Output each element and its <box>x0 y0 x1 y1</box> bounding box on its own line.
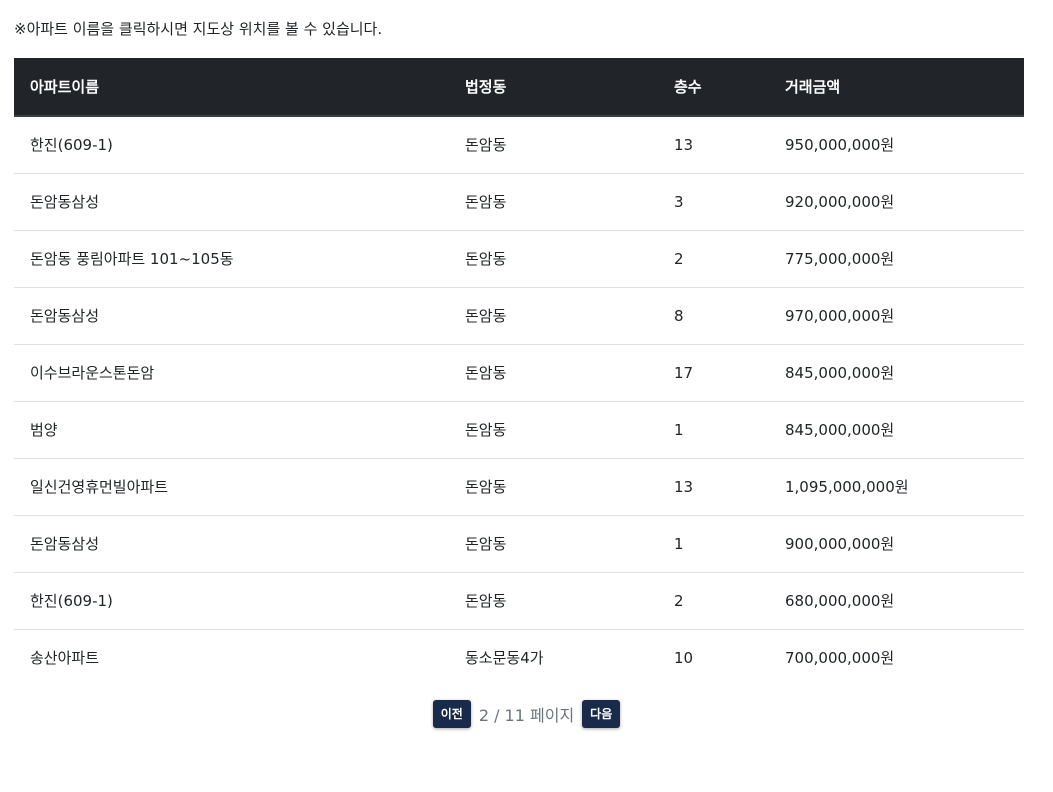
price-cell: 920,000,000원 <box>769 173 1024 231</box>
apartment-name-link[interactable]: 돈암동 풍림아파트 101~105동 <box>14 230 449 288</box>
table-row: 한진(609-1) 돈암동 2 680,000,000원 <box>14 572 1024 630</box>
price-cell: 900,000,000원 <box>769 515 1024 573</box>
table-row: 한진(609-1) 돈암동 13 950,000,000원 <box>14 116 1024 174</box>
table-row: 돈암동삼성 돈암동 1 900,000,000원 <box>14 515 1024 573</box>
floor-cell: 13 <box>658 458 769 516</box>
header-apartment-name: 아파트이름 <box>14 58 449 117</box>
floor-cell: 17 <box>658 344 769 402</box>
legal-dong-cell: 돈암동 <box>449 344 658 402</box>
header-price: 거래금액 <box>769 58 1024 117</box>
legal-dong-cell: 돈암동 <box>449 572 658 630</box>
table-row: 돈암동삼성 돈암동 3 920,000,000원 <box>14 173 1024 231</box>
legal-dong-cell: 돈암동 <box>449 230 658 288</box>
price-cell: 845,000,000원 <box>769 401 1024 459</box>
legal-dong-cell: 돈암동 <box>449 515 658 573</box>
table-row: 송산아파트 동소문동4가 10 700,000,000원 <box>14 629 1024 686</box>
legal-dong-cell: 돈암동 <box>449 173 658 231</box>
floor-cell: 10 <box>674 648 694 667</box>
price-cell: 950,000,000원 <box>769 116 1024 174</box>
price-cell: 845,000,000원 <box>769 344 1024 402</box>
apartment-name-link[interactable]: 한진(609-1) <box>14 572 449 630</box>
legal-dong-cell: 돈암동 <box>449 401 658 459</box>
floor-cell: 3 <box>658 173 769 231</box>
legal-dong-cell: 동소문동4가 <box>465 649 544 668</box>
apartment-name-link[interactable]: 한진(609-1) <box>14 116 449 174</box>
price-cell: 700,000,000원 <box>785 649 895 668</box>
header-legal-dong: 법정동 <box>449 58 658 117</box>
price-cell: 970,000,000원 <box>769 287 1024 345</box>
floor-cell: 2 <box>658 230 769 288</box>
map-notice: ※아파트 이름을 클릭하시면 지도상 위치를 볼 수 있습니다. <box>14 20 383 38</box>
apartment-name-link[interactable]: 이수브라운스톤돈암 <box>14 344 449 402</box>
legal-dong-cell: 돈암동 <box>449 287 658 345</box>
price-cell: 680,000,000원 <box>769 572 1024 630</box>
apartment-name-link[interactable]: 송산아파트 <box>14 629 449 686</box>
table-row: 돈암동 풍림아파트 101~105동 돈암동 2 775,000,000원 <box>14 230 1024 288</box>
page-indicator: 2 / 11 페이지 <box>478 706 575 725</box>
price-cell: 1,095,000,000원 <box>769 458 1024 516</box>
table-header-row: 아파트이름 법정동 층수 거래금액 <box>14 58 1024 117</box>
table-row: 범양 돈암동 1 845,000,000원 <box>14 401 1024 459</box>
floor-cell: 13 <box>658 116 769 174</box>
prev-page-button[interactable]: 이전 <box>432 700 471 728</box>
floor-cell: 1 <box>658 401 769 459</box>
price-cell: 775,000,000원 <box>769 230 1024 288</box>
table-row: 이수브라운스톤돈암 돈암동 17 845,000,000원 <box>14 344 1024 402</box>
apartment-trade-table: 아파트이름 법정동 층수 거래금액 한진(609-1) 돈암동 13 950,0… <box>14 58 1024 686</box>
apartment-name-link[interactable]: 돈암동삼성 <box>14 515 449 573</box>
apartment-name-link[interactable]: 돈암동삼성 <box>14 287 449 345</box>
next-page-button[interactable]: 다음 <box>582 700 621 728</box>
apartment-name-link[interactable]: 범양 <box>14 401 449 459</box>
pagination: 이전 2 / 11 페이지 다음 <box>0 700 1053 728</box>
apartment-name-link[interactable]: 돈암동삼성 <box>14 173 449 231</box>
floor-cell: 1 <box>658 515 769 573</box>
legal-dong-cell: 돈암동 <box>449 458 658 516</box>
header-floor: 층수 <box>658 58 769 117</box>
floor-cell: 2 <box>658 572 769 630</box>
legal-dong-cell: 돈암동 <box>449 116 658 174</box>
table-row: 돈암동삼성 돈암동 8 970,000,000원 <box>14 287 1024 345</box>
floor-cell: 8 <box>658 287 769 345</box>
apartment-name-link[interactable]: 일신건영휴먼빌아파트 <box>14 458 449 516</box>
table-row: 일신건영휴먼빌아파트 돈암동 13 1,095,000,000원 <box>14 458 1024 516</box>
